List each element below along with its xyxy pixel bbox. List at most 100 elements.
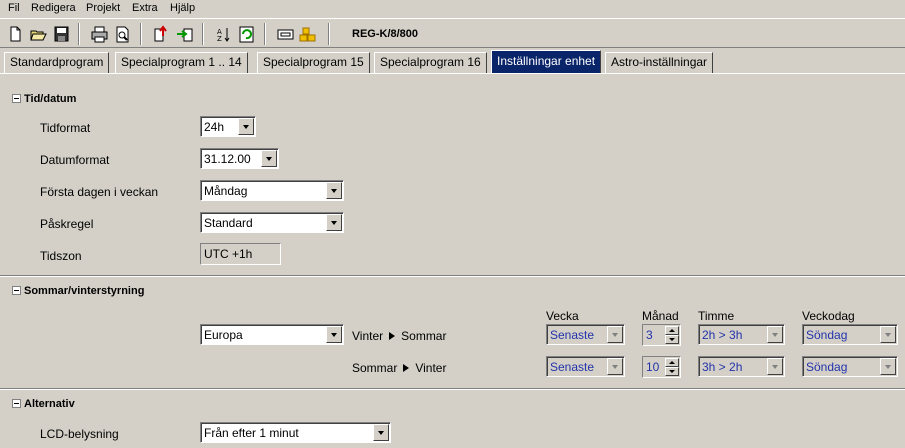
tab-specialprogram-1-14[interactable]: Specialprogram 1 .. 14: [115, 52, 248, 73]
section-sommar-vinter[interactable]: Sommar/vinterstyrning: [12, 285, 144, 297]
veckodag-select[interactable]: Söndag: [802, 324, 898, 345]
timme-select[interactable]: 3h > 2h: [698, 356, 785, 377]
tab-installningar-enhet[interactable]: Inställningar enhet: [491, 50, 602, 73]
open-folder-icon[interactable]: [27, 23, 48, 44]
transition-from: Vinter: [352, 329, 384, 343]
new-file-icon[interactable]: [4, 23, 25, 44]
tab-standardprogram[interactable]: Standardprogram: [4, 52, 110, 73]
device-icon[interactable]: [274, 23, 295, 44]
chevron-down-icon[interactable]: [607, 358, 623, 375]
forsta-dagen-label: Första dagen i veckan: [40, 185, 159, 199]
tidszon-field: UTC +1h: [200, 243, 281, 265]
lcd-value: Från efter 1 minut: [204, 426, 299, 440]
chevron-down-icon[interactable]: [880, 326, 896, 343]
timme-value: 2h > 3h: [702, 328, 743, 342]
chevron-down-icon[interactable]: [326, 214, 342, 231]
collapse-icon[interactable]: [12, 399, 21, 408]
upload-icon[interactable]: [150, 23, 171, 44]
collapse-icon[interactable]: [12, 94, 21, 103]
manad-stepper[interactable]: 10: [642, 356, 681, 378]
tidformat-label: Tidformat: [40, 121, 91, 135]
chevron-down-icon[interactable]: [238, 118, 254, 135]
refresh-icon[interactable]: [235, 23, 256, 44]
vecka-select[interactable]: Senaste: [546, 324, 625, 345]
tidszon-label: Tidszon: [40, 249, 82, 263]
paskregel-label: Påskregel: [40, 217, 94, 231]
section-title: Alternativ: [24, 398, 75, 410]
chevron-down-icon[interactable]: [326, 182, 342, 199]
lcd-label: LCD-belysning: [40, 427, 119, 441]
manad-header: Månad: [642, 309, 679, 323]
menu-projekt[interactable]: Projekt: [86, 2, 120, 14]
timme-select[interactable]: 2h > 3h: [698, 324, 785, 345]
forsta-dagen-value: Måndag: [204, 184, 248, 198]
tab-specialprogram-15[interactable]: Specialprogram 15: [257, 52, 370, 73]
toolbar-separator: [78, 23, 80, 45]
datumformat-label: Datumformat: [40, 153, 110, 167]
menu-fil[interactable]: Fil: [8, 2, 20, 14]
timme-value: 3h > 2h: [702, 360, 743, 374]
sort-icon[interactable]: AZ: [212, 23, 233, 44]
forsta-dagen-select[interactable]: Måndag: [200, 180, 344, 201]
menu-redigera[interactable]: Redigera: [31, 2, 76, 14]
collapse-icon[interactable]: [12, 286, 21, 295]
datumformat-value: 31.12.00: [204, 152, 251, 166]
section-title: Sommar/vinterstyrning: [24, 285, 145, 297]
tidformat-select[interactable]: 24h: [200, 116, 256, 137]
coins-icon[interactable]: [297, 23, 318, 44]
chevron-down-icon[interactable]: [607, 326, 623, 343]
transition-to: Vinter: [415, 361, 447, 375]
settings-panel: Tid/datum Tidformat 24h Datumformat 31.1…: [0, 73, 905, 448]
veckodag-header: Veckodag: [802, 309, 855, 323]
chevron-down-icon[interactable]: [880, 358, 896, 375]
veckodag-select[interactable]: Söndag: [802, 356, 898, 377]
spin-down-icon[interactable]: [665, 335, 679, 344]
tidszon-value: UTC +1h: [204, 247, 253, 261]
transition-to: Sommar: [401, 329, 447, 343]
spin-up-icon[interactable]: [665, 358, 679, 367]
region-select[interactable]: Europa: [200, 324, 344, 345]
chevron-down-icon[interactable]: [373, 424, 389, 441]
tab-astro-installningar[interactable]: Astro-inställningar: [605, 52, 714, 73]
tab-specialprogram-16[interactable]: Specialprogram 16: [374, 52, 487, 73]
paskregel-select[interactable]: Standard: [200, 212, 344, 233]
section-title: Tid/datum: [24, 93, 77, 105]
tidformat-value: 24h: [204, 120, 225, 134]
menu-hjalp[interactable]: Hjälp: [170, 2, 195, 14]
transition-from: Sommar: [352, 361, 398, 375]
vecka-select[interactable]: Senaste: [546, 356, 625, 377]
menu-bar: Fil Redigera Projekt Extra Hjälp: [0, 0, 905, 16]
print-preview-icon[interactable]: [111, 23, 132, 44]
timme-header: Timme: [698, 309, 735, 323]
spin-up-icon[interactable]: [665, 326, 679, 335]
veckodag-value: Söndag: [806, 328, 848, 342]
download-icon[interactable]: [173, 23, 194, 44]
region-value: Europa: [204, 328, 243, 342]
section-alternativ[interactable]: Alternativ: [12, 398, 75, 410]
save-disk-icon[interactable]: [50, 23, 71, 44]
lcd-select[interactable]: Från efter 1 minut: [200, 422, 391, 443]
vecka-value: Senaste: [550, 360, 595, 374]
print-icon[interactable]: [88, 23, 109, 44]
toolbar-separator: [328, 23, 330, 45]
toolbar-separator: [264, 23, 266, 45]
toolbar-separator: [202, 23, 204, 45]
manad-value: 10: [646, 360, 660, 374]
tab-bar: Standardprogram Specialprogram 1 .. 14 S…: [0, 50, 905, 73]
chevron-down-icon[interactable]: [767, 326, 783, 343]
svg-text:Z: Z: [217, 35, 222, 43]
device-name: REG-K/8/800: [352, 28, 419, 40]
chevron-down-icon[interactable]: [767, 358, 783, 375]
vecka-value: Senaste: [550, 328, 595, 342]
arrow-right-icon: [389, 332, 396, 340]
manad-stepper[interactable]: 3: [642, 324, 681, 346]
chevron-down-icon[interactable]: [326, 326, 342, 343]
datumformat-select[interactable]: 31.12.00: [200, 148, 279, 169]
section-tid-datum[interactable]: Tid/datum: [12, 93, 76, 105]
manad-value: 3: [646, 328, 653, 342]
chevron-down-icon[interactable]: [261, 150, 277, 167]
section-divider: [0, 388, 905, 390]
vecka-header: Vecka: [546, 309, 579, 323]
spin-down-icon[interactable]: [665, 367, 679, 376]
menu-extra[interactable]: Extra: [132, 2, 158, 14]
